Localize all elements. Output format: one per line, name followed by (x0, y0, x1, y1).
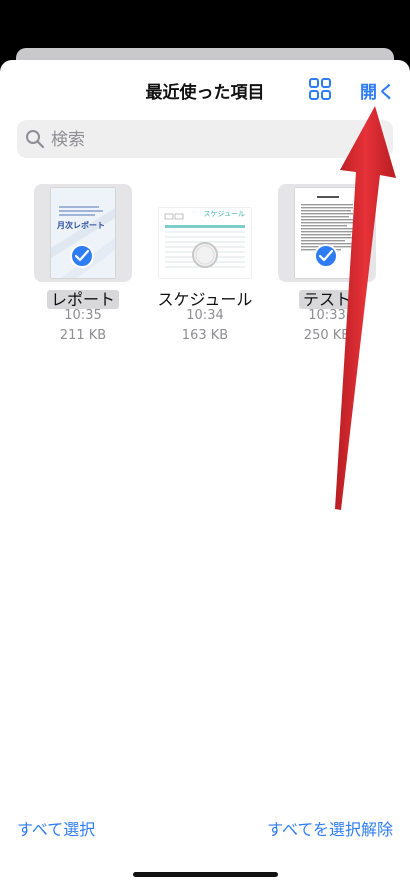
file-thumbnail[interactable]: 月次レポート (34, 184, 132, 282)
file-thumbnail[interactable] (278, 184, 376, 282)
page-title: 最近使った項目 (145, 83, 265, 103)
file-size: 250 KB (303, 328, 351, 343)
thumbnail-title: 月次レポート (57, 221, 105, 230)
grid-view-icon[interactable] (308, 77, 332, 101)
selected-check-icon (314, 244, 338, 268)
file-time: 10:34 (186, 308, 224, 323)
file-name: スケジュール (157, 290, 253, 309)
file-size: 211 KB (59, 328, 107, 343)
document-preview: スケジュール (159, 208, 251, 278)
thumbnail-title: スケジュール (203, 210, 245, 218)
search-icon (26, 130, 45, 149)
file-thumbnail[interactable]: スケジュール (156, 184, 254, 282)
select-all-button[interactable]: すべて選択 (17, 816, 95, 840)
open-button[interactable]: 開く (360, 78, 396, 103)
selected-check-icon (70, 244, 94, 268)
file-size: 163 KB (181, 328, 229, 343)
search-bar (17, 120, 393, 160)
file-time: 10:33 (308, 308, 346, 323)
home-indicator (133, 872, 278, 877)
file-time: 10:35 (64, 308, 102, 323)
file-name: テスト (272, 286, 382, 310)
file-name: レポート (28, 286, 138, 310)
deselect-all-button[interactable]: すべてを選択解除 (267, 816, 393, 840)
search-input[interactable] (49, 120, 383, 160)
file-browser-sheet: 最近使った項目 開く 月次レポート (0, 60, 410, 886)
